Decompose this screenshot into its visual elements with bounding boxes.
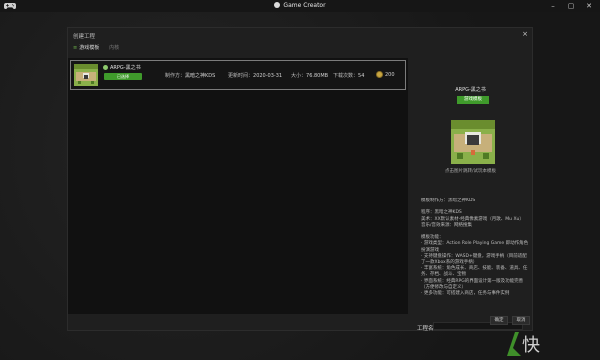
- template-badge-icon: [103, 65, 108, 70]
- detail-template-button[interactable]: 游戏模板: [457, 96, 489, 104]
- coin-icon: [376, 71, 383, 78]
- template-author: 制作方：黑暗之神KDS: [165, 73, 216, 79]
- maximize-button[interactable]: ▢: [566, 1, 576, 11]
- app-title: Game Creator: [0, 2, 600, 9]
- template-downloads: 下载次数：54: [333, 73, 365, 79]
- template-list: ARPG-黑之书 已选择 制作方：黑暗之神KDS 更新时间：2020-03-31…: [68, 58, 408, 314]
- tab-game-template[interactable]: ≡ 游戏模板: [73, 44, 99, 51]
- template-card[interactable]: ARPG-黑之书 已选择 制作方：黑暗之神KDS 更新时间：2020-03-31…: [70, 60, 406, 90]
- watermark-text: 快: [522, 335, 540, 356]
- preview-hint: 点击图片跳转/试玩本模板: [444, 169, 496, 174]
- title-bar: Game Creator – ▢ ✕: [0, 0, 600, 12]
- template-updated: 更新时间：2020-03-31: [228, 73, 283, 79]
- project-name-label: 工程名: [417, 326, 434, 332]
- template-detail-panel: ARPG-黑之书 游戏模板 点击图片跳转/试玩本模板 模板制作方：黑暗之神KDS…: [409, 58, 532, 332]
- close-window-button[interactable]: ✕: [584, 1, 594, 11]
- confirm-button[interactable]: 确定: [490, 316, 508, 325]
- template-description: 模板制作方：黑暗之神KDS 程序：黑暗之神KDS 美术：XX默认素材-经典像素游…: [421, 198, 529, 297]
- dialog-close-icon[interactable]: ×: [522, 30, 528, 38]
- template-thumbnail[interactable]: [74, 64, 98, 86]
- app-logo-icon: [274, 2, 281, 8]
- template-name: ARPG-黑之书: [110, 65, 141, 71]
- dialog-tabs: ≡ 游戏模板 内核: [73, 44, 127, 52]
- template-price: 200: [385, 72, 395, 78]
- minimize-button[interactable]: –: [548, 1, 558, 11]
- tab-kernel[interactable]: 内核: [109, 44, 119, 51]
- cancel-button[interactable]: 取消: [512, 316, 530, 325]
- create-project-dialog: 创建工程 × ≡ 游戏模板 内核 ARPG-黑之书 已选择 制作方：黑暗之神KDS…: [67, 27, 533, 332]
- check-icon: ≡: [73, 45, 78, 51]
- dialog-title: 创建工程: [73, 34, 96, 40]
- template-preview-image[interactable]: [451, 120, 495, 164]
- template-select-button[interactable]: 已选择: [104, 73, 142, 80]
- project-name-input[interactable]: [433, 322, 523, 330]
- template-size: 大小：76.80MB: [291, 73, 329, 79]
- detail-title: ARPG-黑之书: [455, 87, 486, 93]
